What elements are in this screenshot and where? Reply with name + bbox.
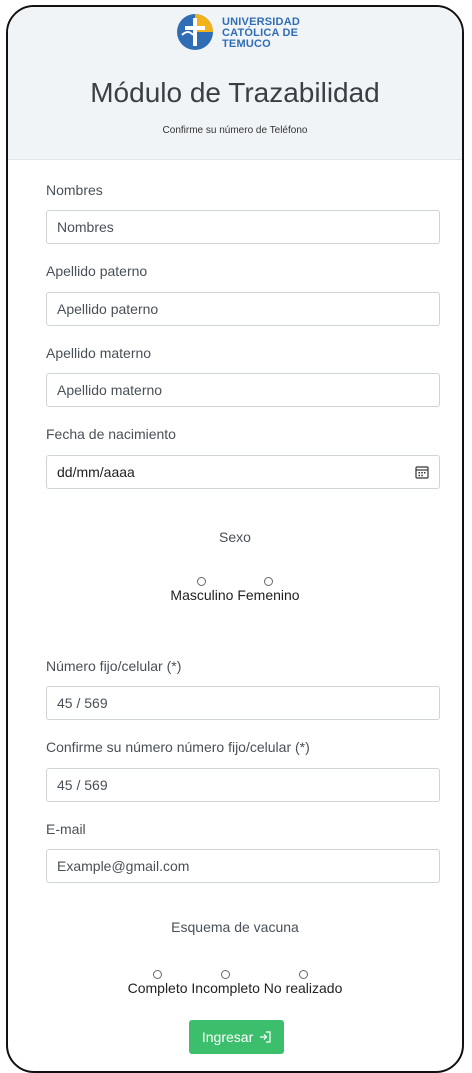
apellido-paterno-label: Apellido paterno	[46, 263, 148, 279]
page-subtitle: Confirme su número de Teléfono	[162, 125, 308, 136]
radio-label: No realizado	[263, 980, 343, 996]
vacuna-option-completo[interactable]: Completo	[128, 970, 188, 996]
vacuna-option-incompleto[interactable]: Incompleto	[191, 970, 260, 996]
fecha-label: Fecha de nacimiento	[46, 426, 176, 442]
nombres-label: Nombres	[46, 182, 103, 198]
email-label: E-mail	[46, 821, 86, 837]
radio-button[interactable]	[263, 577, 273, 586]
sexo-radio-group: Masculino Femenino	[8, 577, 462, 603]
apellido-materno-input[interactable]: Apellido materno	[46, 373, 440, 407]
login-icon	[260, 1031, 271, 1043]
radio-label: Incompleto	[191, 980, 260, 996]
vacuna-radio-group: Completo Incompleto No realizado	[8, 970, 462, 996]
sexo-option-masculino[interactable]: Masculino	[170, 577, 233, 603]
vacuna-option-no-realizado[interactable]: No realizado	[263, 970, 343, 996]
ingresar-button-label: Ingresar	[201, 1029, 254, 1045]
radio-label: Masculino	[170, 587, 234, 603]
vacuna-label: Esquema de vacuna	[171, 919, 299, 935]
radio-button[interactable]	[298, 970, 308, 979]
form-card: UNIVERSIDAD CATÓLICA DE TEMUCO Módulo de…	[6, 5, 464, 1073]
confirmar-numero-label: Confirme su número número fijo/celular (…	[46, 739, 310, 755]
logo-line-3: TEMUCO	[222, 38, 271, 50]
email-input[interactable]: Example@gmail.com	[46, 849, 440, 883]
numero-input[interactable]: 45 / 569	[46, 686, 440, 720]
page-title: Módulo de Trazabilidad	[90, 77, 380, 108]
radio-button[interactable]	[153, 970, 163, 979]
sexo-option-femenino[interactable]: Femenino	[237, 577, 300, 603]
logo-text: UNIVERSIDAD CATÓLICA DE TEMUCO	[222, 17, 300, 50]
sexo-label: Sexo	[219, 529, 251, 545]
header: UNIVERSIDAD CATÓLICA DE TEMUCO Módulo de…	[8, 7, 462, 160]
nombres-input[interactable]: Nombres	[46, 210, 440, 244]
apellido-materno-label: Apellido materno	[46, 345, 152, 361]
university-logo-icon	[177, 14, 213, 50]
radio-label: Completo	[127, 980, 188, 996]
apellido-paterno-input[interactable]: Apellido paterno	[46, 292, 440, 326]
fecha-value: dd/mm/aaaa	[57, 464, 135, 480]
ingresar-button[interactable]: Ingresar	[189, 1020, 284, 1054]
fecha-input[interactable]: dd/mm/aaaa	[46, 455, 440, 489]
numero-label: Número fijo/celular (*)	[46, 658, 182, 674]
calendar-icon[interactable]	[415, 465, 429, 479]
radio-button[interactable]	[197, 577, 207, 586]
radio-label: Femenino	[237, 587, 300, 603]
radio-button[interactable]	[221, 970, 231, 979]
confirmar-numero-input[interactable]: 45 / 569	[46, 768, 440, 802]
